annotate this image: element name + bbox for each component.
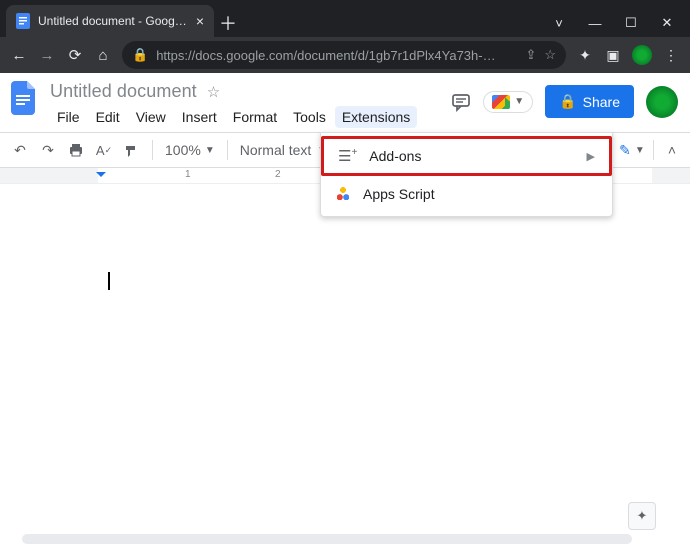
url-text: https://docs.google.com/document/d/1gb7r… [156,48,517,63]
docs-logo-icon[interactable] [8,81,40,121]
maximize-icon[interactable]: ☐ [622,15,640,31]
side-panel-icon[interactable]: ▣ [604,47,622,64]
redo-icon[interactable]: ↷ [36,138,60,162]
comments-icon[interactable] [451,92,471,112]
reload-icon[interactable]: ⟳ [66,46,84,64]
explore-icon: ✦ [637,508,648,524]
collapse-toolbar-icon[interactable]: ˄ [662,142,682,158]
menu-extensions[interactable]: Extensions [335,106,417,128]
share-label: Share [583,94,620,110]
text-cursor [108,272,110,290]
editing-mode-button[interactable]: ✎▼ [619,142,645,159]
menu-insert[interactable]: Insert [175,106,224,128]
lock-icon: 🔒 [132,47,148,63]
submenu-arrow-icon: ▶ [587,150,595,163]
ruler-mark-1: 1 [185,169,191,180]
menu-edit[interactable]: Edit [89,106,127,128]
tab-title: Untitled document - Google Docs [38,14,188,28]
kebab-menu-icon[interactable]: ⋮ [662,47,680,64]
omnibox[interactable]: 🔒 https://docs.google.com/document/d/1gb… [122,41,566,69]
document-title[interactable]: Untitled document [50,81,197,102]
style-value: Normal text [240,142,312,158]
bookmark-star-icon[interactable]: ☆ [544,47,556,63]
pencil-icon: ✎ [619,142,631,159]
back-icon[interactable]: ← [10,47,28,64]
home-icon[interactable]: ⌂ [94,47,112,64]
paragraph-style-select[interactable]: Normal text▼ [236,142,331,158]
zoom-select[interactable]: 100%▼ [161,142,219,158]
menu-bar: File Edit View Insert Format Tools Exten… [50,106,441,128]
menu-tools[interactable]: Tools [286,106,333,128]
profile-avatar-icon[interactable] [632,45,652,65]
title-bar: Untitled document - Google Docs × ＋ ˅ ― … [0,0,690,37]
browser-chrome: Untitled document - Google Docs × ＋ ˅ ― … [0,0,690,73]
window-controls: ˅ ― ☐ ✕ [550,15,690,37]
meet-button[interactable]: ▼ [483,91,533,113]
ruler-left-margin [0,168,98,183]
zoom-value: 100% [165,142,201,158]
menu-file[interactable]: File [50,106,87,128]
account-avatar[interactable] [646,86,678,118]
docs-header: Untitled document ☆ File Edit View Inser… [0,73,690,128]
addons-icon: ☰+ [338,147,357,165]
extensions-puzzle-icon[interactable]: ✦ [576,47,594,64]
print-icon[interactable] [64,138,88,162]
menu-format[interactable]: Format [226,106,284,128]
ruler-mark-2: 2 [275,169,281,180]
ruler-right-margin [652,168,690,183]
menu-item-apps-script[interactable]: Apps Script [321,178,612,210]
apps-script-icon [335,186,351,202]
browser-tab[interactable]: Untitled document - Google Docs × [6,5,214,37]
menu-view[interactable]: View [129,106,173,128]
spellcheck-icon[interactable]: A✓ [92,138,116,162]
paint-format-icon[interactable] [120,138,144,162]
lock-icon: 🔒 [559,93,576,110]
workspace: ✦ [0,184,690,544]
new-tab-button[interactable]: ＋ [214,9,242,37]
document-page[interactable] [8,184,664,514]
explore-button[interactable]: ✦ [628,502,656,530]
undo-icon[interactable]: ↶ [8,138,32,162]
address-bar: ← → ⟳ ⌂ 🔒 https://docs.google.com/docume… [0,37,690,73]
close-tab-icon[interactable]: × [196,13,204,29]
close-window-icon[interactable]: ✕ [658,15,676,31]
share-button[interactable]: 🔒 Share [545,85,634,118]
addons-label: Add-ons [369,148,421,164]
chevron-down-icon[interactable]: ˅ [550,16,568,31]
menu-item-addons[interactable]: ☰+ Add-ons ▶ [321,136,612,176]
share-url-icon[interactable]: ⇪ [525,47,536,63]
indent-marker-icon[interactable] [96,172,106,182]
horizontal-scrollbar[interactable] [22,534,632,544]
forward-icon: → [38,47,56,64]
star-icon[interactable]: ☆ [207,83,220,101]
docs-favicon [16,13,30,29]
apps-script-label: Apps Script [363,186,435,202]
header-right: ▼ 🔒 Share [451,81,678,118]
minimize-icon[interactable]: ― [586,16,604,31]
extensions-dropdown: ☰+ Add-ons ▶ Apps Script [320,132,613,217]
meet-icon [492,95,510,109]
chevron-down-icon: ▼ [514,96,524,107]
